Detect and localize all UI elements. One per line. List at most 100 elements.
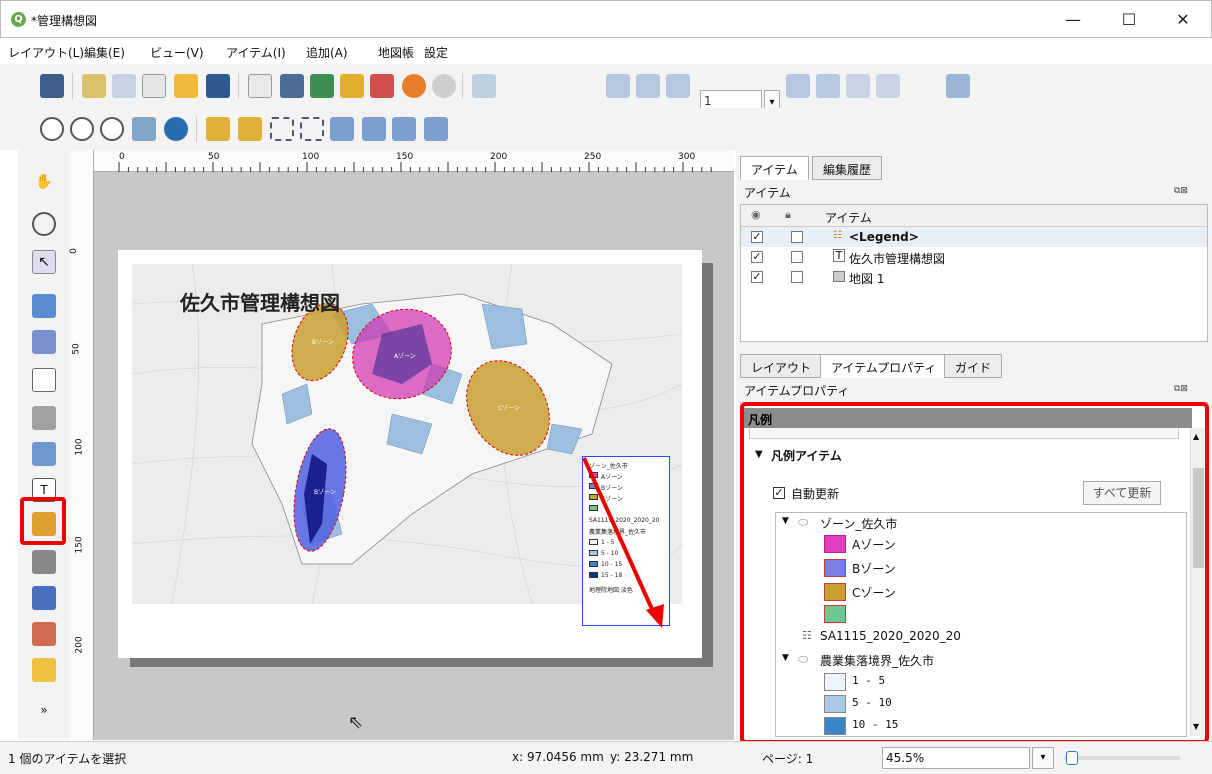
map-title-label[interactable]: 佐久市管理構想図: [180, 287, 340, 316]
menu-atlas[interactable]: 地図帳: [378, 44, 414, 61]
visible-checkbox[interactable]: ✓: [751, 251, 763, 263]
edit-nodes-icon[interactable]: [32, 330, 56, 354]
horizontal-ruler: 0 50 100 150 200 250 300: [94, 150, 734, 172]
refresh-icon[interactable]: [164, 117, 188, 141]
tab-item-properties[interactable]: アイテムプロパティ: [820, 354, 948, 378]
add-shape-icon[interactable]: [32, 622, 56, 646]
unlock-items-icon[interactable]: [238, 117, 262, 141]
save-template-icon[interactable]: [206, 74, 230, 98]
close-button[interactable]: ✕: [1159, 5, 1207, 35]
more-tools-icon[interactable]: »: [32, 698, 56, 722]
print-icon[interactable]: [280, 74, 304, 98]
separator: [238, 73, 239, 99]
tab-items[interactable]: アイテム: [740, 156, 809, 180]
ungroup-items-icon[interactable]: [300, 117, 324, 141]
ruler-label: 200: [74, 636, 85, 654]
tab-undo-history[interactable]: 編集履歴: [812, 156, 883, 180]
last-feature-icon[interactable]: [786, 74, 810, 98]
visible-checkbox[interactable]: ✓: [751, 271, 763, 283]
tab-guides[interactable]: ガイド: [944, 354, 1003, 378]
zone-label: Bゾーン: [312, 339, 334, 346]
zoom-slider[interactable]: [1064, 756, 1180, 760]
menu-item[interactable]: アイテム(I): [226, 44, 286, 61]
distribute-items-icon[interactable]: [392, 117, 416, 141]
properties-highlight: [740, 402, 1209, 744]
ruler-label: 300: [678, 152, 696, 162]
new-layout-icon[interactable]: [82, 74, 106, 98]
chevron-down-icon[interactable]: ▾: [1032, 747, 1054, 769]
qgis-icon: Q: [11, 12, 26, 27]
tab-layout[interactable]: レイアウト: [740, 354, 823, 378]
menu-edit[interactable]: 編集(E): [84, 44, 125, 61]
move-content-icon[interactable]: [32, 294, 56, 318]
next-feature-icon[interactable]: [666, 74, 690, 98]
lock-icon: 🔒︎: [785, 208, 791, 221]
atlas-magnify-icon[interactable]: [946, 74, 970, 98]
zoom-full-icon[interactable]: [132, 117, 156, 141]
menu-layout[interactable]: レイアウト(L): [8, 44, 84, 61]
new-page-icon[interactable]: [248, 74, 272, 98]
add-scalebar-icon[interactable]: [32, 550, 56, 574]
menu-bar: レイアウト(L) 編集(E) ビュー(V) アイテム(I) 追加(A) 地図帳 …: [0, 38, 1212, 64]
align-items-icon[interactable]: [362, 117, 386, 141]
add-3d-map-icon[interactable]: [32, 406, 56, 430]
zoom-slider-handle[interactable]: [1066, 751, 1078, 765]
ruler-label: 100: [302, 152, 320, 162]
lock-items-icon[interactable]: [206, 117, 230, 141]
redo-icon[interactable]: [432, 74, 456, 98]
ruler-label: 100: [74, 438, 85, 456]
export-atlas-icon[interactable]: [846, 74, 870, 98]
zoom-in-icon[interactable]: [40, 117, 64, 141]
toolbox: ✋ ↖ T »: [18, 150, 70, 740]
save-icon[interactable]: [40, 74, 64, 98]
table-row[interactable]: ✓ ☷ <Legend>: [741, 227, 1207, 247]
add-map-icon[interactable]: [32, 442, 56, 466]
undo-icon[interactable]: [402, 74, 426, 98]
export-image-icon[interactable]: [310, 74, 334, 98]
item-label: 佐久市管理構想図: [849, 252, 946, 266]
menu-view[interactable]: ビュー(V): [150, 44, 204, 61]
dock-float-icon[interactable]: ⧉⊠: [1174, 384, 1188, 394]
column-header: アイテム: [825, 211, 872, 225]
window-title: *管理構想図: [31, 14, 98, 28]
zoom-out-icon[interactable]: [70, 117, 94, 141]
add-north-arrow-icon[interactable]: [32, 586, 56, 610]
zone-label: Bゾーン: [314, 489, 336, 496]
duplicate-layout-icon[interactable]: [112, 74, 136, 98]
first-feature-icon[interactable]: [606, 74, 630, 98]
maximize-button[interactable]: ☐: [1105, 5, 1153, 35]
print-atlas-icon[interactable]: [816, 74, 840, 98]
menu-add[interactable]: 追加(A): [306, 44, 348, 61]
add-page-icon[interactable]: [32, 368, 56, 392]
table-row[interactable]: ✓ 地図 1: [741, 267, 1207, 287]
add-marker-icon[interactable]: [32, 658, 56, 682]
zoom-combo[interactable]: 45.5%: [882, 747, 1030, 769]
table-row[interactable]: ✓ T 佐久市管理構想図: [741, 247, 1207, 267]
select-tool-icon[interactable]: ↖: [32, 250, 56, 274]
pan-icon[interactable]: ✋: [32, 170, 56, 194]
menu-settings[interactable]: 設定: [424, 44, 448, 61]
visible-checkbox[interactable]: ✓: [751, 231, 763, 243]
lock-checkbox[interactable]: [791, 251, 803, 263]
lock-checkbox[interactable]: [791, 271, 803, 283]
open-folder-icon[interactable]: [174, 74, 198, 98]
zoom-tool-icon[interactable]: [32, 212, 56, 236]
minimize-button[interactable]: —: [1049, 5, 1097, 35]
ruler-label: 150: [74, 536, 85, 554]
export-pdf-icon[interactable]: [370, 74, 394, 98]
lock-checkbox[interactable]: [791, 231, 803, 243]
ruler-label: 0: [68, 248, 79, 254]
atlas-settings-icon[interactable]: [876, 74, 900, 98]
raise-items-icon[interactable]: [330, 117, 354, 141]
group-items-icon[interactable]: [270, 117, 294, 141]
layout-manager-icon[interactable]: [142, 74, 166, 98]
zoom-actual-icon[interactable]: [100, 117, 124, 141]
title-bar: Q *管理構想図 — ☐ ✕: [0, 0, 1212, 38]
resize-items-icon[interactable]: [424, 117, 448, 141]
atlas-preview-icon[interactable]: [472, 74, 496, 98]
separator: [462, 73, 463, 99]
export-svg-icon[interactable]: [340, 74, 364, 98]
zone-label: Aゾーン: [394, 353, 416, 360]
previous-feature-icon[interactable]: [636, 74, 660, 98]
dock-float-icon[interactable]: ⧉⊠: [1174, 186, 1188, 196]
